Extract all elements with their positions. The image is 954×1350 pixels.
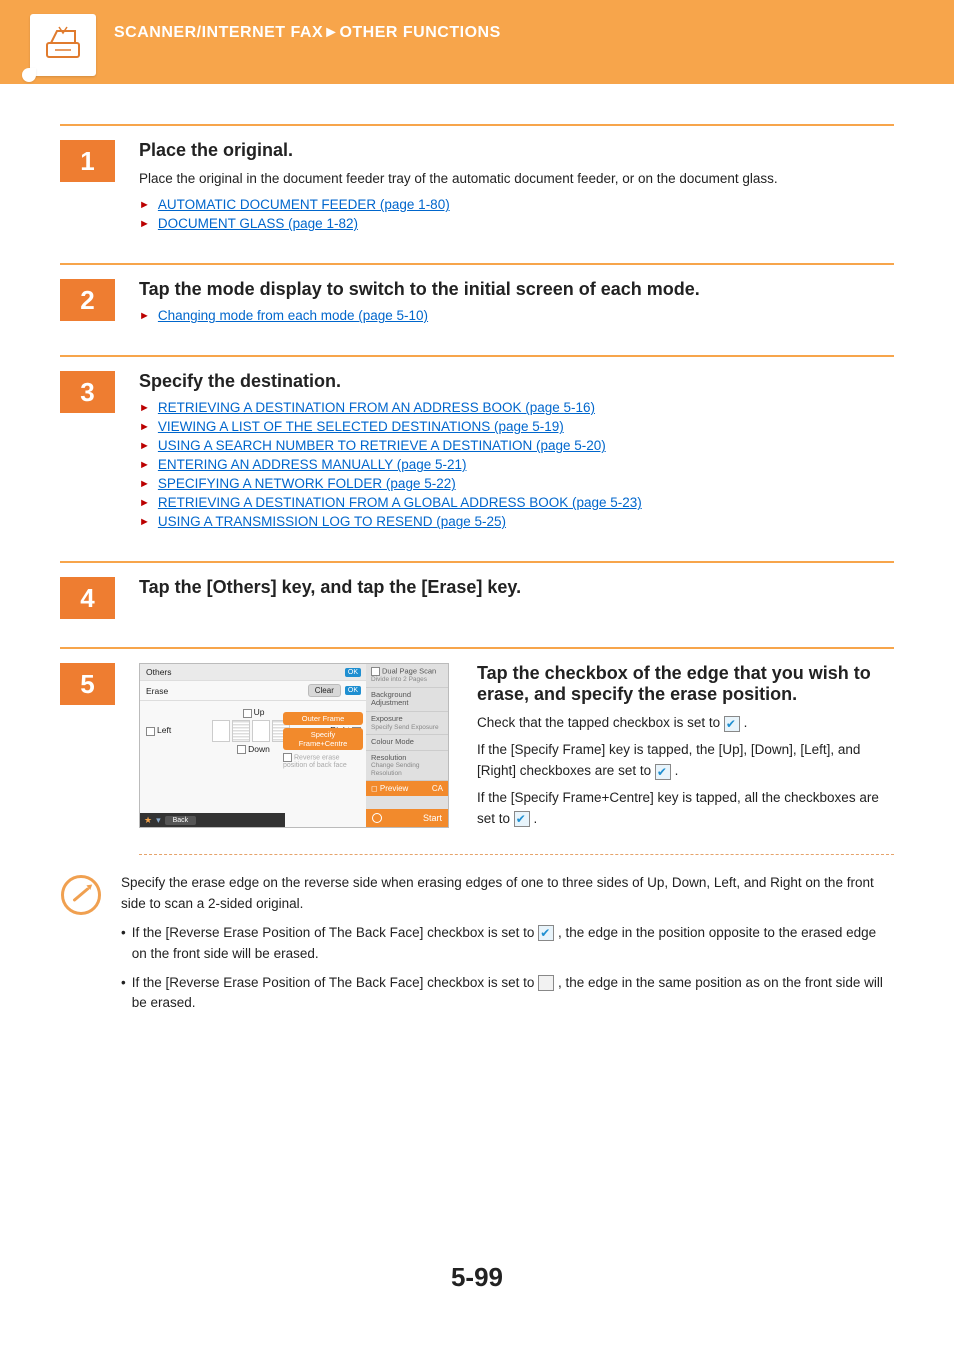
step5-p2: If the [Specify Frame] key is tapped, th…	[477, 740, 894, 782]
breadcrumb: SCANNER/INTERNET FAX►OTHER FUNCTIONS	[114, 18, 501, 42]
note-pencil-icon	[61, 875, 101, 915]
thumb-icon	[232, 720, 250, 742]
step-number: 4	[60, 577, 115, 619]
start-button[interactable]: Start	[366, 809, 448, 827]
link-document-glass[interactable]: DOCUMENT GLASS (page 1-82)	[158, 216, 358, 231]
left-label: Left	[157, 725, 171, 735]
bg-adjust-item[interactable]: Background Adjustment	[366, 688, 448, 712]
step-title: Tap the checkbox of the edge that you wi…	[477, 663, 894, 705]
note-bullet-2: • If the [Reverse Erase Position of The …	[121, 973, 894, 1015]
preview-bar[interactable]: ◻ Preview CA	[366, 781, 448, 796]
dual-page-item[interactable]: Dual Page ScanDivide into 2 Pages	[366, 664, 448, 688]
resolution-item[interactable]: ResolutionChange Sending Resolution	[366, 751, 448, 782]
colour-mode-item[interactable]: Colour Mode	[366, 735, 448, 751]
link-search-number[interactable]: USING A SEARCH NUMBER TO RETRIEVE A DEST…	[158, 438, 606, 453]
star-icon[interactable]: ★	[144, 815, 152, 826]
arrow-icon: ►	[139, 421, 150, 433]
checked-checkbox-icon	[724, 716, 740, 732]
step-1: 1 Place the original. Place the original…	[60, 124, 894, 235]
link-network-folder[interactable]: SPECIFYING A NETWORK FOLDER (page 5-22)	[158, 476, 456, 491]
start-icon	[372, 813, 382, 823]
reverse-back-label: Reverse erase position of back face	[283, 753, 363, 770]
ui-erase-row: Erase Clear OK	[140, 681, 367, 701]
thumb-icon	[212, 720, 230, 742]
thumb-icon	[252, 720, 270, 742]
up-checkbox[interactable]	[243, 709, 252, 718]
step-number: 5	[60, 663, 115, 705]
back-button[interactable]: Back	[165, 816, 197, 825]
checked-checkbox-icon	[655, 764, 671, 780]
link-retrieve-address-book[interactable]: RETRIEVING A DESTINATION FROM AN ADDRESS…	[158, 400, 595, 415]
ok-badge[interactable]: OK	[345, 686, 361, 695]
ca-button[interactable]: CA	[432, 784, 443, 793]
reverse-back-checkbox[interactable]	[283, 753, 292, 762]
dashed-separator	[139, 854, 894, 855]
header-banner: SCANNER/INTERNET FAX►OTHER FUNCTIONS	[0, 0, 954, 84]
step-description: Place the original in the document feede…	[139, 169, 894, 189]
step-number: 1	[60, 140, 115, 182]
step5-p1: Check that the tapped checkbox is set to…	[477, 713, 894, 734]
scanner-icon	[41, 23, 85, 67]
ui-bottom-bar: ★ ▾ Back	[140, 813, 285, 827]
arrow-icon: ►	[139, 478, 150, 490]
link-auto-doc-feeder[interactable]: AUTOMATIC DOCUMENT FEEDER (page 1-80)	[158, 197, 450, 212]
step-title: Specify the destination.	[139, 371, 894, 392]
empty-checkbox-icon	[538, 975, 554, 991]
arrow-icon: ►	[139, 199, 150, 211]
outer-frame-button[interactable]: Outer Frame	[283, 712, 363, 725]
ok-badge[interactable]: OK	[345, 668, 361, 677]
link-global-address-book[interactable]: RETRIEVING A DESTINATION FROM A GLOBAL A…	[158, 495, 642, 510]
ui-others-label: Others	[146, 667, 172, 677]
step5-p3: If the [Specify Frame+Centre] key is tap…	[477, 788, 894, 830]
ui-erase-label: Erase	[146, 686, 168, 696]
left-checkbox[interactable]	[146, 727, 155, 736]
step-5: 5 Others OK Erase Clear OK	[60, 647, 894, 1022]
step-2: 2 Tap the mode display to switch to the …	[60, 263, 894, 327]
arrow-icon: ►	[139, 459, 150, 471]
checked-checkbox-icon	[514, 811, 530, 827]
down-label: Down	[248, 744, 270, 754]
arrow-icon: ►	[139, 516, 150, 528]
down-checkbox[interactable]	[237, 745, 246, 754]
note-bullet-1: • If the [Reverse Erase Position of The …	[121, 923, 894, 965]
chevron-down-icon[interactable]: ▾	[156, 815, 161, 826]
note-intro: Specify the erase edge on the reverse si…	[121, 873, 894, 915]
up-label: Up	[254, 707, 265, 717]
clear-button[interactable]: Clear	[308, 684, 341, 697]
step-number: 3	[60, 371, 115, 413]
step-4: 4 Tap the [Others] key, and tap the [Era…	[60, 561, 894, 619]
specify-frame-centre-button[interactable]: Specify Frame+Centre	[283, 728, 363, 750]
link-transmission-log[interactable]: USING A TRANSMISSION LOG TO RESEND (page…	[158, 514, 506, 529]
checked-checkbox-icon	[538, 925, 554, 941]
arrow-icon: ►	[139, 440, 150, 452]
ui-others-row[interactable]: Others OK	[140, 664, 367, 681]
step-title: Tap the [Others] key, and tap the [Erase…	[139, 577, 894, 598]
step-title: Tap the mode display to switch to the in…	[139, 279, 894, 300]
step-title: Place the original.	[139, 140, 894, 161]
step-3: 3 Specify the destination. ► RETRIEVING A…	[60, 355, 894, 533]
erase-screen-mock: Others OK Erase Clear OK Up	[139, 663, 449, 828]
step-number: 2	[60, 279, 115, 321]
page-number: 5-99	[60, 1262, 894, 1293]
arrow-icon: ►	[139, 402, 150, 414]
exposure-item[interactable]: ExposureSpecify Send Exposure	[366, 712, 448, 735]
link-view-selected-dest[interactable]: VIEWING A LIST OF THE SELECTED DESTINATI…	[158, 419, 564, 434]
link-enter-address-manual[interactable]: ENTERING AN ADDRESS MANUALLY (page 5-21)	[158, 457, 467, 472]
scanner-app-icon	[30, 14, 96, 76]
arrow-icon: ►	[139, 310, 150, 322]
link-changing-mode[interactable]: Changing mode from each mode (page 5-10)	[158, 308, 428, 323]
arrow-icon: ►	[139, 218, 150, 230]
arrow-icon: ►	[139, 497, 150, 509]
